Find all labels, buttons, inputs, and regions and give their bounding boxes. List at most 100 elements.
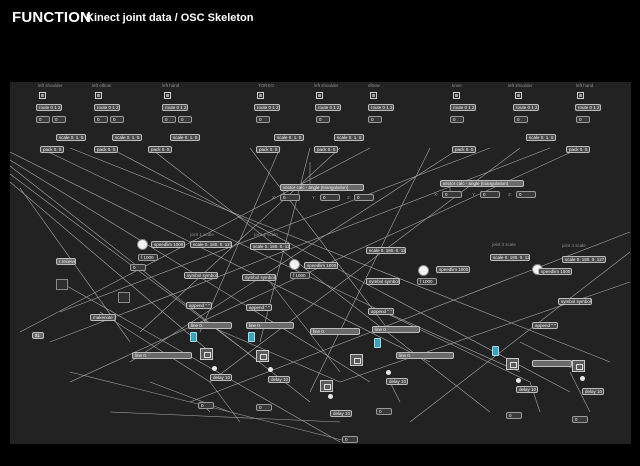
- route-object[interactable]: route 0 1 2 3: [450, 104, 476, 111]
- delay-object[interactable]: delay 10: [386, 378, 408, 385]
- float-box[interactable]: f 1000: [138, 254, 158, 261]
- number-box[interactable]: 0: [376, 408, 392, 415]
- route-object[interactable]: route 0 1 2 3: [162, 104, 188, 111]
- symbol-object[interactable]: symbol symbol 52: [242, 274, 276, 281]
- route-object[interactable]: route 0 1 2 3: [575, 104, 601, 111]
- button-dot[interactable]: [212, 366, 217, 371]
- number-box[interactable]: 0: [162, 116, 176, 123]
- number-box[interactable]: 0: [572, 416, 588, 423]
- toggle-icon[interactable]: [257, 92, 264, 99]
- pack-object[interactable]: pack 0. 0. 0.: [40, 146, 64, 153]
- route-object[interactable]: route 0 1 2 3: [94, 104, 120, 111]
- scale-object[interactable]: scale 0. 1. 0. 1.: [56, 134, 86, 141]
- route-object[interactable]: route 0 1 2 3: [36, 104, 62, 111]
- scale-object[interactable]: scale 0. 1. 0. 1.: [170, 134, 200, 141]
- comment-box[interactable]: [56, 279, 68, 290]
- button-dot[interactable]: [516, 378, 521, 383]
- receive-object[interactable]: r receive: [56, 258, 76, 265]
- multislider-icon[interactable]: [256, 350, 269, 362]
- button-dot[interactable]: [386, 370, 391, 375]
- toggle-icon[interactable]: [577, 92, 584, 99]
- float-box[interactable]: f 1000: [417, 278, 437, 285]
- route-object[interactable]: route 0 1 2 3: [513, 104, 539, 111]
- scale-object[interactable]: scale 0. 1. 0. 1.: [334, 134, 364, 141]
- append-object[interactable]: append " ": [186, 302, 212, 309]
- speedlim-object[interactable]: speedlim 1000: [304, 262, 338, 269]
- number-box[interactable]: 0: [94, 116, 108, 123]
- append-object[interactable]: append " ": [368, 308, 394, 315]
- route-object[interactable]: route 0 1 2 3: [368, 104, 394, 111]
- symbol-object[interactable]: symbol symbol 52: [184, 272, 218, 279]
- pack-object[interactable]: pack 0. 0. 0.: [566, 146, 590, 153]
- function-graph-icon[interactable]: [374, 338, 381, 348]
- number-box[interactable]: 0: [442, 191, 462, 198]
- multislider-icon[interactable]: [200, 348, 213, 360]
- patch-canvas[interactable]: left shoulder left elbow left hand TORSO…: [10, 82, 631, 444]
- message-box[interactable]: line 0.: [396, 352, 454, 359]
- speedlim-object[interactable]: speedlim 1000: [151, 241, 185, 248]
- symbol-object[interactable]: symbol symbol 52: [558, 298, 592, 305]
- number-box[interactable]: 0: [198, 402, 214, 409]
- makenote-object[interactable]: makenote 100: [90, 314, 116, 321]
- number-box[interactable]: 0: [36, 116, 50, 123]
- message-box[interactable]: line 0.: [188, 322, 232, 329]
- number-box[interactable]: 0: [354, 194, 374, 201]
- number-box[interactable]: 0: [110, 116, 124, 123]
- pack-object[interactable]: pack 0. 0. 0.: [256, 146, 280, 153]
- append-object[interactable]: append " ": [532, 322, 558, 329]
- number-box[interactable]: 0: [450, 116, 464, 123]
- number-box[interactable]: 0: [506, 412, 522, 419]
- number-box[interactable]: 0: [256, 116, 270, 123]
- delay-object[interactable]: delay 10: [210, 374, 232, 381]
- message-box[interactable]: $1: [32, 332, 44, 339]
- function-graph-icon[interactable]: [492, 346, 499, 356]
- scale-object[interactable]: scale 0. 180. 0. 127.: [190, 241, 232, 248]
- number-box[interactable]: 0: [342, 436, 358, 443]
- speedlim-object[interactable]: speedlim 1000: [436, 266, 470, 273]
- speedlim-object[interactable]: speedlim 1000: [538, 268, 572, 275]
- number-box[interactable]: 0: [316, 116, 330, 123]
- multislider-icon[interactable]: [572, 360, 585, 372]
- comment-box[interactable]: [118, 292, 130, 303]
- scale-object[interactable]: scale 0. 180. 0. 127.: [562, 256, 606, 263]
- number-box[interactable]: 0: [320, 194, 340, 201]
- delay-object[interactable]: delay 10: [330, 410, 352, 417]
- multislider-icon[interactable]: [320, 380, 333, 392]
- number-box[interactable]: 0: [514, 116, 528, 123]
- button-dot[interactable]: [268, 367, 273, 372]
- function-graph-icon[interactable]: [248, 332, 255, 342]
- scale-object[interactable]: scale 0. 180. 0. 127.: [250, 243, 290, 250]
- function-graph-icon[interactable]: [190, 332, 197, 342]
- delay-object[interactable]: delay 10: [516, 386, 538, 393]
- bang-icon[interactable]: [137, 239, 148, 250]
- number-box[interactable]: 0: [178, 116, 192, 123]
- pack-object[interactable]: pack 0. 0. 0.: [148, 146, 172, 153]
- append-object[interactable]: append " ": [246, 304, 272, 311]
- message-box[interactable]: line 0.: [132, 352, 192, 359]
- number-box[interactable]: 0: [52, 116, 66, 123]
- toggle-icon[interactable]: [164, 92, 171, 99]
- number-box[interactable]: 0: [516, 191, 536, 198]
- vector-calc-object[interactable]: vector calc - angle (triangulation): [440, 180, 524, 187]
- delay-object[interactable]: delay 10: [268, 376, 290, 383]
- multislider-icon[interactable]: [350, 354, 363, 366]
- pack-object[interactable]: pack 0. 0. 0.: [94, 146, 118, 153]
- route-object[interactable]: route 0 1 2 3: [315, 104, 341, 111]
- scale-object[interactable]: scale 0. 180. 0. 127.: [490, 254, 530, 261]
- toggle-icon[interactable]: [515, 92, 522, 99]
- toggle-icon[interactable]: [453, 92, 460, 99]
- number-box[interactable]: 0: [576, 116, 590, 123]
- float-box[interactable]: f 1000: [290, 272, 310, 279]
- toggle-icon[interactable]: [39, 92, 46, 99]
- number-box[interactable]: 0: [256, 404, 272, 411]
- number-box[interactable]: 0: [480, 191, 500, 198]
- scale-object[interactable]: scale 0. 1. 0. 1.: [112, 134, 142, 141]
- button-dot[interactable]: [580, 376, 585, 381]
- pack-object[interactable]: pack 0. 0. 0.: [314, 146, 338, 153]
- toggle-icon[interactable]: [316, 92, 323, 99]
- toggle-icon[interactable]: [370, 92, 377, 99]
- scale-object[interactable]: scale 0. 1. 0. 1.: [526, 134, 556, 141]
- message-box[interactable]: line 0.: [246, 322, 294, 329]
- message-box[interactable]: line 0.: [372, 326, 420, 333]
- delay-object[interactable]: delay 10: [582, 388, 604, 395]
